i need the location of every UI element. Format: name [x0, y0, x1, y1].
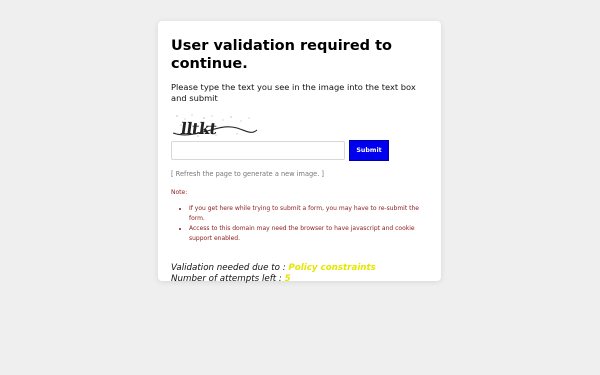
captcha-image: lltkt	[171, 113, 261, 139]
reason-label: Validation needed due to :	[171, 263, 286, 273]
note-label: Note:	[171, 189, 188, 196]
list-item: Access to this domain may need the brows…	[189, 224, 428, 244]
attempts-line: Number of attempts left : 5	[171, 274, 428, 285]
instructions-text: Please type the text you see in the imag…	[171, 82, 416, 103]
page-title: User validation required to continue.	[171, 38, 392, 72]
refresh-note: [ Refresh the page to generate a new ima…	[171, 170, 324, 178]
attempts-label: Number of attempts left :	[171, 273, 282, 284]
notes-list: If you get here while trying to submit a…	[171, 204, 428, 244]
validation-card: User validation required to continue. Pl…	[158, 21, 441, 284]
submit-button[interactable]: Submit	[349, 140, 389, 161]
list-item: If you get here while trying to submit a…	[189, 204, 428, 224]
captcha-input[interactable]	[171, 141, 345, 160]
reason-value: Policy constraints	[288, 263, 376, 273]
validation-status: Validation needed due to : Policy constr…	[171, 263, 428, 284]
captcha-form: Submit	[171, 140, 428, 161]
reason-line: Validation needed due to : Policy constr…	[171, 263, 428, 274]
attempts-value: 5	[284, 273, 291, 284]
